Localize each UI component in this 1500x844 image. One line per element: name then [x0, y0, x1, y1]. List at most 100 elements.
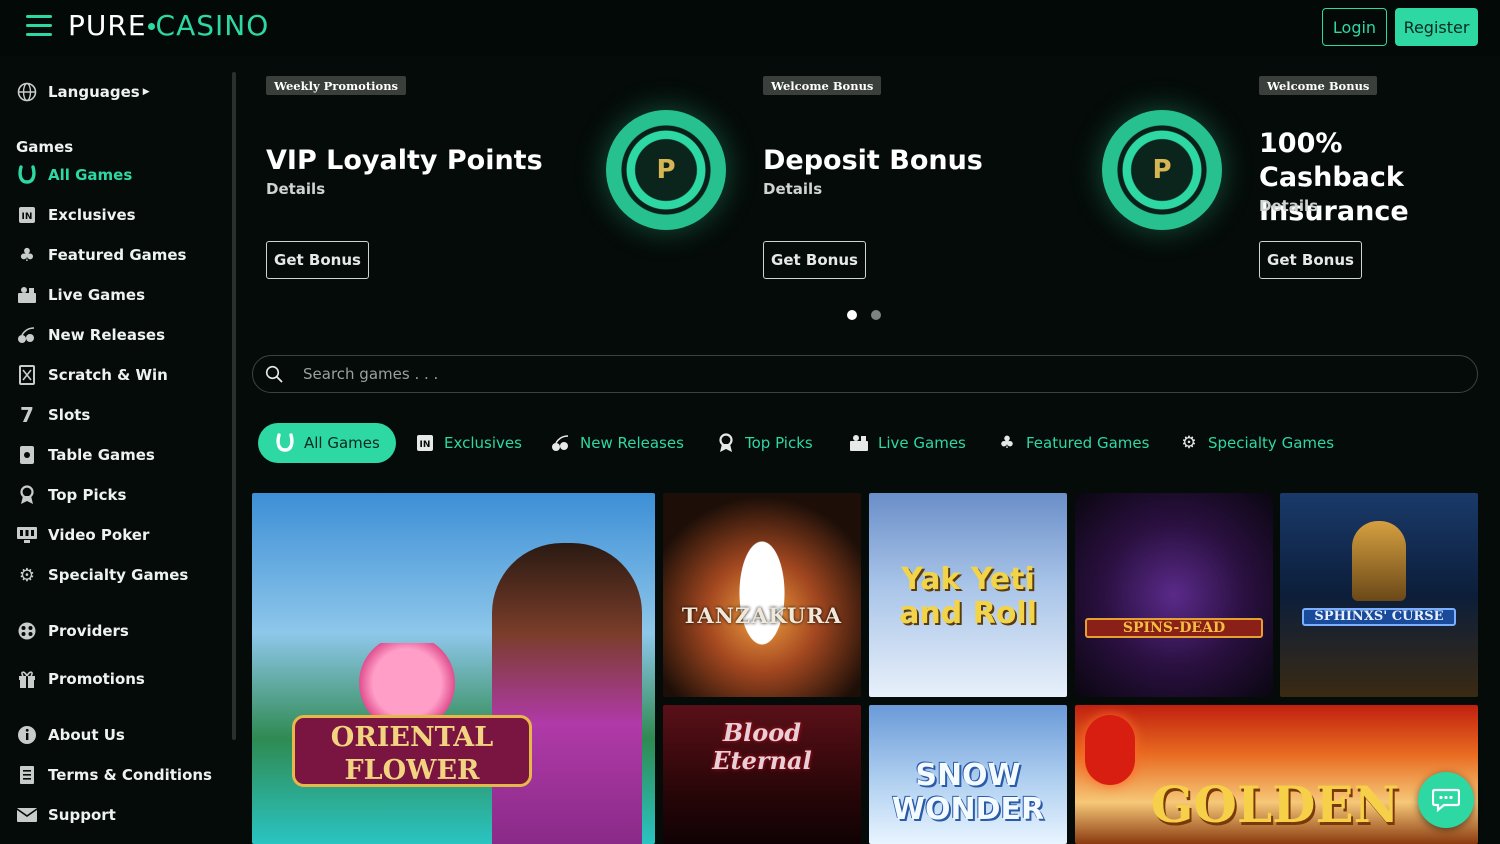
cards-icon	[16, 444, 38, 466]
sidebar-item-table-games[interactable]: Table Games	[16, 442, 155, 468]
casino-chip-image: P	[606, 110, 726, 230]
search-input[interactable]	[303, 362, 1453, 386]
carousel-dot[interactable]	[871, 310, 881, 320]
cherries-icon	[16, 324, 38, 346]
sidebar-item-scratch-win[interactable]: Scratch & Win	[16, 362, 168, 388]
game-title: SPINS-DEAD	[1085, 618, 1263, 638]
game-title: Yak Yeti and Roll	[899, 562, 1037, 631]
sidebar-item-live-games[interactable]: Live Games	[16, 282, 145, 308]
sidebar-item-featured-games[interactable]: ♣ Featured Games	[16, 242, 187, 268]
get-bonus-button[interactable]: Get Bonus	[763, 241, 866, 279]
gift-icon	[16, 668, 38, 690]
game-title: ORIENTAL FLOWER	[292, 715, 532, 787]
promo-details-link[interactable]: Details	[763, 180, 822, 198]
game-tile-blood-eternal[interactable]: Blood Eternal	[663, 705, 861, 844]
promo-title: VIP Loyalty Points	[266, 145, 543, 176]
sidebar-providers[interactable]: Providers	[16, 618, 129, 644]
promo-tag: Weekly Promotions	[266, 76, 407, 95]
game-title: SPHINXS' CURSE	[1302, 608, 1456, 626]
info-icon	[16, 724, 38, 746]
award-icon	[16, 484, 38, 506]
sidebar-languages-label: Languages	[48, 83, 140, 101]
promo-tag: Welcome Bonus	[763, 76, 882, 95]
tab-label: Specialty Games	[1208, 434, 1335, 452]
sidebar-item-top-picks[interactable]: Top Picks	[16, 482, 126, 508]
tab-label: Featured Games	[1026, 434, 1150, 452]
live-dealer-icon	[848, 432, 870, 454]
get-bonus-button[interactable]: Get Bonus	[1259, 241, 1362, 279]
sidebar-scrollbar[interactable]	[232, 72, 236, 740]
live-dealer-icon	[16, 284, 38, 306]
chip-logo-icon: P	[636, 140, 696, 200]
sidebar-item-slots[interactable]: 7 Slots	[16, 402, 90, 428]
sidebar-item-label: Live Games	[48, 286, 146, 304]
tab-label: New Releases	[580, 434, 684, 452]
award-icon	[715, 432, 737, 454]
game-tile-spins-dead[interactable]: SPINS-DEAD	[1075, 493, 1273, 697]
tab-featured-games[interactable]: ♣ Featured Games	[996, 423, 1149, 463]
sidebar-item-label: New Releases	[48, 326, 165, 344]
sidebar-support-label: Support	[48, 806, 116, 824]
video-poker-icon	[16, 524, 38, 546]
logo-text-casino: CASINO	[155, 9, 270, 42]
chat-bubble-icon	[1432, 788, 1460, 812]
promo-details-link[interactable]: Details	[266, 180, 325, 198]
sidebar-support[interactable]: Support	[16, 802, 116, 828]
sidebar-item-exclusives[interactable]: IN Exclusives	[16, 202, 136, 228]
top-bar: PURE CASINO Login Register	[0, 0, 1500, 56]
sidebar-item-all-games[interactable]: All Games	[16, 162, 132, 188]
sidebar-languages[interactable]: Languages ▶	[16, 79, 150, 105]
sidebar-item-label: Slots	[48, 406, 91, 424]
character-art	[492, 543, 642, 844]
document-icon	[16, 764, 38, 786]
game-tile-sphinxs-curse[interactable]: SPHINXS' CURSE	[1280, 493, 1478, 697]
promo-details-link[interactable]: Details	[1259, 197, 1318, 215]
sidebar-item-video-poker[interactable]: Video Poker	[16, 522, 149, 548]
envelope-icon	[16, 804, 38, 826]
logo[interactable]: PURE CASINO	[68, 9, 269, 42]
sidebar-about-label: About Us	[48, 726, 125, 744]
sidebar-item-label: Scratch & Win	[48, 366, 168, 384]
carousel-pagination	[847, 310, 881, 320]
login-button[interactable]: Login	[1322, 8, 1387, 46]
carousel-dot[interactable]	[847, 310, 857, 320]
sidebar-about-us[interactable]: About Us	[16, 722, 125, 748]
register-button[interactable]: Register	[1395, 8, 1478, 46]
providers-icon	[16, 620, 38, 642]
tab-new-releases[interactable]: New Releases	[550, 423, 684, 463]
lotus-art	[352, 643, 462, 723]
game-tile-tanzakura[interactable]: TANZAKURA	[663, 493, 861, 697]
sidebar-item-label: Table Games	[48, 446, 155, 464]
cherries-icon	[550, 432, 572, 454]
sidebar-item-new-releases[interactable]: New Releases	[16, 322, 165, 348]
search-icon	[265, 365, 283, 383]
tab-live-games[interactable]: Live Games	[848, 423, 966, 463]
tab-top-picks[interactable]: Top Picks	[715, 423, 813, 463]
tab-exclusives[interactable]: IN Exclusives	[414, 423, 522, 463]
clover-icon: ♣	[18, 244, 36, 266]
sidebar-item-specialty-games[interactable]: ⚙ Specialty Games	[16, 562, 188, 588]
pharaoh-art	[1352, 521, 1406, 601]
tab-specialty-games[interactable]: ⚙ Specialty Games	[1178, 423, 1334, 463]
game-tile-oriental-flower[interactable]: ORIENTAL FLOWER	[252, 493, 655, 844]
sidebar-providers-label: Providers	[48, 622, 129, 640]
sidebar-item-label: Video Poker	[48, 526, 150, 544]
sidebar-games-heading: Games	[16, 138, 74, 156]
promo-title: Deposit Bonus	[763, 145, 983, 176]
casino-chip-image: P	[1102, 110, 1222, 230]
chat-button[interactable]	[1418, 772, 1474, 828]
tab-all-games[interactable]: All Games	[258, 423, 396, 463]
game-tile-golden[interactable]: GOLDEN	[1075, 705, 1478, 844]
chip-logo-icon: P	[1132, 140, 1192, 200]
get-bonus-button[interactable]: Get Bonus	[266, 241, 369, 279]
exclusive-badge-icon: IN	[16, 204, 38, 226]
tab-label: Live Games	[878, 434, 966, 452]
gear-icon: ⚙	[1181, 433, 1197, 453]
game-tile-snow-wonder[interactable]: SNOW WONDER	[869, 705, 1067, 844]
game-tile-yak-yeti-roll[interactable]: Yak Yeti and Roll	[869, 493, 1067, 697]
sidebar-item-label: All Games	[48, 166, 133, 184]
game-title: GOLDEN	[1150, 775, 1400, 834]
menu-icon[interactable]	[26, 15, 52, 37]
sidebar-promotions[interactable]: Promotions	[16, 666, 145, 692]
sidebar-terms[interactable]: Terms & Conditions	[16, 762, 212, 788]
